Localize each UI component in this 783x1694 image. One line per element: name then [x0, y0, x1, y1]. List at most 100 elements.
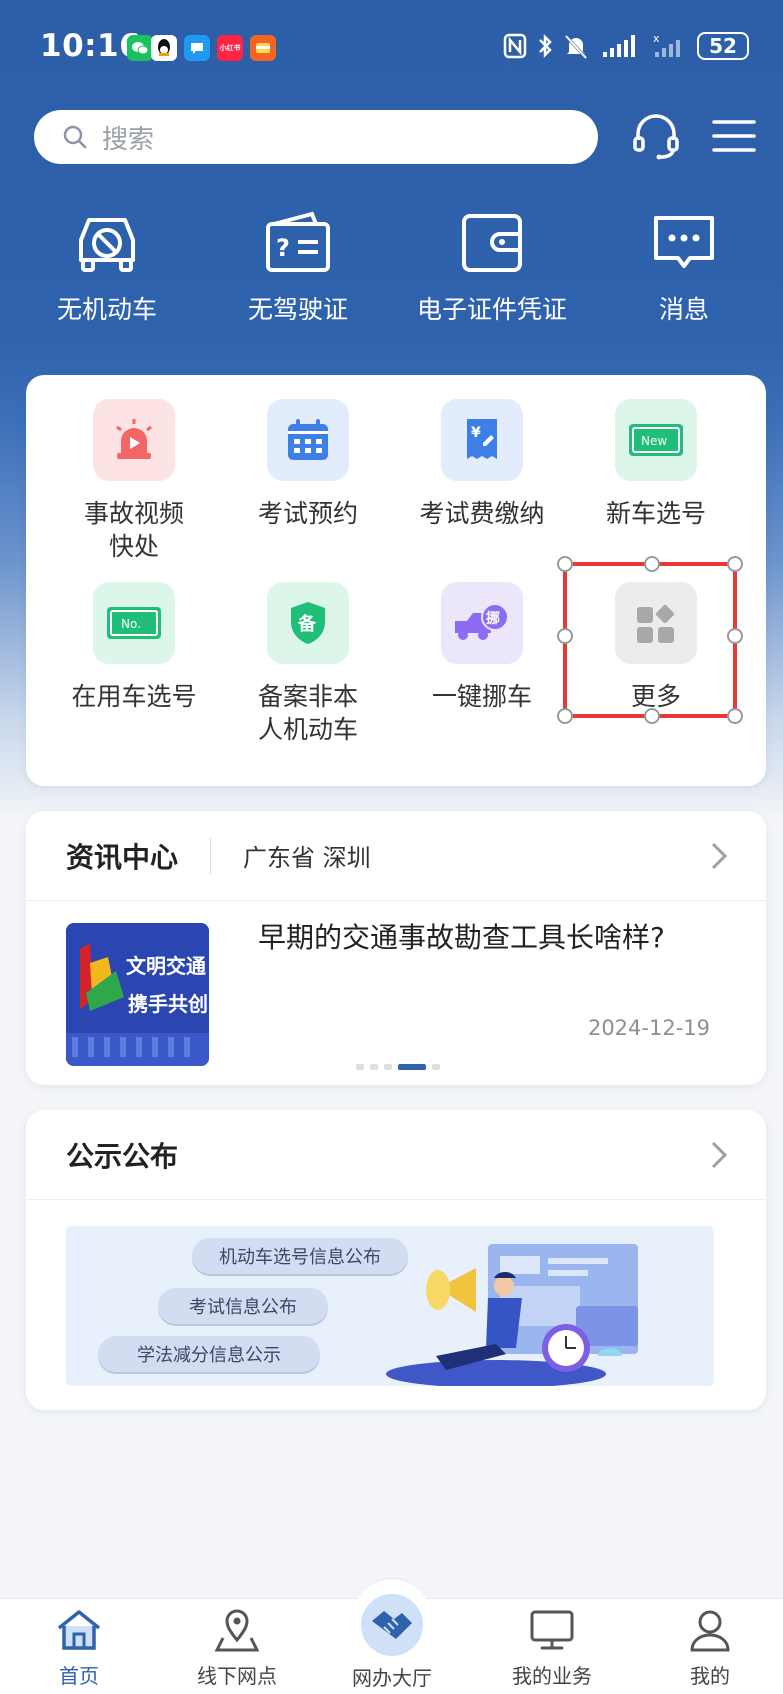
quick-action-no-license[interactable]: ? 无驾驶证: [203, 210, 393, 326]
tab-online-hall[interactable]: 网办大厅: [327, 1594, 457, 1691]
hamburger-menu-icon: [712, 120, 756, 152]
service-label: 新车选号: [605, 499, 706, 528]
shield-record-icon: 备: [267, 582, 349, 664]
thumbnail-text-2: 携手共创: [128, 992, 208, 1016]
news-headline[interactable]: 早期的交通事故勘查工具长啥样?: [258, 919, 678, 957]
service-label: 考试预约: [257, 499, 358, 528]
thumbnail-text-1: 文明交通: [126, 954, 206, 978]
notice-title: 公示公布: [66, 1139, 179, 1173]
tab-label: 线下网点: [197, 1664, 277, 1688]
tab-offline-outlets[interactable]: 线下网点: [172, 1608, 302, 1689]
service-accident-video[interactable]: 事故视频 快处: [46, 399, 222, 563]
car-off-icon: [79, 218, 135, 272]
tab-my-business[interactable]: 我的业务: [487, 1608, 617, 1689]
news-thumbnail[interactable]: 文明交通 携手共创: [66, 923, 209, 1066]
carousel-dot: [432, 1064, 440, 1070]
svg-text:No.: No.: [121, 617, 141, 631]
receipt-icon: ¥: [441, 399, 523, 481]
alarm-video-icon: [93, 399, 175, 481]
svg-text:备: 备: [297, 613, 317, 635]
service-label: 更多: [630, 682, 681, 711]
no-plate-icon: No.: [93, 582, 175, 664]
truck-move-icon: 挪: [441, 582, 523, 664]
new-plate-icon: New: [615, 399, 697, 481]
search-icon: [63, 125, 87, 149]
service-label: 一键挪车: [431, 682, 532, 711]
tab-home[interactable]: 首页: [14, 1608, 144, 1689]
quick-action-messages[interactable]: 消息: [589, 210, 779, 326]
service-exam-booking[interactable]: 考试预约: [220, 399, 396, 530]
headset-icon: [633, 114, 679, 160]
svg-text:挪: 挪: [486, 610, 500, 627]
quick-action-label: 无驾驶证: [247, 295, 348, 324]
menu-button[interactable]: [706, 108, 762, 164]
carousel-dot: [356, 1064, 364, 1070]
license-unknown-icon: ?: [266, 211, 330, 272]
carousel-dot-active: [398, 1064, 426, 1070]
svg-text:?: ?: [276, 234, 290, 262]
signal-weak-icon: x: [653, 32, 680, 57]
calendar-icon: [267, 399, 349, 481]
status-time: 10:16: [40, 28, 142, 64]
monitor-icon: [530, 1610, 574, 1650]
notice-banner: 机动车选号信息公布 考试信息公布 学法减分信息公示: [66, 1226, 714, 1386]
bluetooth-icon: [539, 33, 552, 59]
services-grid: 事故视频 快处 考试预约 ¥ 考试费缴纳 New 新车选号 No. 在用车选号 …: [26, 375, 766, 786]
service-more[interactable]: 更多: [568, 582, 744, 713]
svg-text:x: x: [653, 32, 660, 45]
tab-label: 首页: [59, 1664, 99, 1688]
qq-icon: [151, 35, 177, 61]
chevron-right-icon[interactable]: [710, 1140, 728, 1170]
quick-action-label: 电子证件凭证: [416, 295, 567, 324]
app-orange-icon: [250, 35, 276, 61]
quick-action-label: 无机动车: [56, 295, 157, 324]
service-record-vehicle[interactable]: 备 备案非本 人机动车: [220, 582, 396, 746]
carousel-dot: [384, 1064, 392, 1070]
service-exam-fee[interactable]: ¥ 考试费缴纳: [394, 399, 570, 530]
svg-text:New: New: [641, 434, 667, 448]
user-icon: [690, 1610, 730, 1652]
status-indicators: x 52: [503, 32, 749, 60]
service-label: 在用车选号: [71, 682, 197, 711]
notice-header[interactable]: 公示公布: [26, 1110, 766, 1200]
search-placeholder: 搜索: [102, 124, 155, 155]
tab-label: 我的业务: [512, 1664, 592, 1688]
news-location[interactable]: 广东省 深圳: [243, 838, 371, 873]
service-move-car[interactable]: 挪 一键挪车: [394, 582, 570, 713]
megaphone-illustration: [386, 1244, 638, 1386]
carousel-indicator: [356, 1064, 440, 1070]
notice-pill-law-study[interactable]: 学法减分信息公示: [98, 1336, 320, 1372]
service-label: 事故视频 快处: [83, 499, 184, 561]
message-bubble-icon: [184, 35, 210, 61]
quick-action-no-vehicle[interactable]: 无机动车: [12, 210, 202, 326]
nfc-icon: [503, 33, 527, 59]
signal-icon: [603, 35, 635, 57]
chevron-right-icon[interactable]: [710, 841, 728, 871]
service-label: 考试费缴纳: [419, 499, 545, 528]
search-input[interactable]: 搜索: [34, 110, 598, 164]
battery-indicator: 52: [697, 32, 749, 60]
news-header[interactable]: 资讯中心 广东省 深圳: [26, 811, 766, 901]
news-date: 2024-12-19: [587, 1016, 710, 1040]
tab-label: 网办大厅: [352, 1666, 432, 1690]
notice-card: 公示公布 机动车选号信息公布 考试信息公布 学法减分信息公示: [26, 1110, 766, 1410]
location-pin-icon: [214, 1609, 260, 1652]
customer-service-button[interactable]: [628, 108, 684, 164]
status-bar: 10:16 小红书 x 52: [0, 0, 783, 98]
news-center-card: 资讯中心 广东省 深圳 文明交通 携手共创 早期的交通事故勘查工具长啥样? 20…: [26, 811, 766, 1085]
chat-icon: [654, 216, 714, 268]
tab-label: 我的: [690, 1664, 730, 1688]
wallet-icon: [462, 214, 522, 272]
quick-action-label: 消息: [658, 295, 709, 324]
carousel-dot: [370, 1064, 378, 1070]
quick-action-e-certificate[interactable]: 电子证件凭证: [397, 210, 587, 326]
news-title: 资讯中心: [66, 840, 179, 874]
home-icon: [57, 1610, 101, 1650]
handshake-icon: [361, 1594, 423, 1656]
service-in-use-plate[interactable]: No. 在用车选号: [46, 582, 222, 713]
tab-mine[interactable]: 我的: [645, 1608, 775, 1689]
svg-text:¥: ¥: [471, 425, 481, 441]
service-new-plate[interactable]: New 新车选号: [568, 399, 744, 530]
notice-pill-exam[interactable]: 考试信息公布: [158, 1288, 328, 1324]
more-grid-icon: [615, 582, 697, 664]
